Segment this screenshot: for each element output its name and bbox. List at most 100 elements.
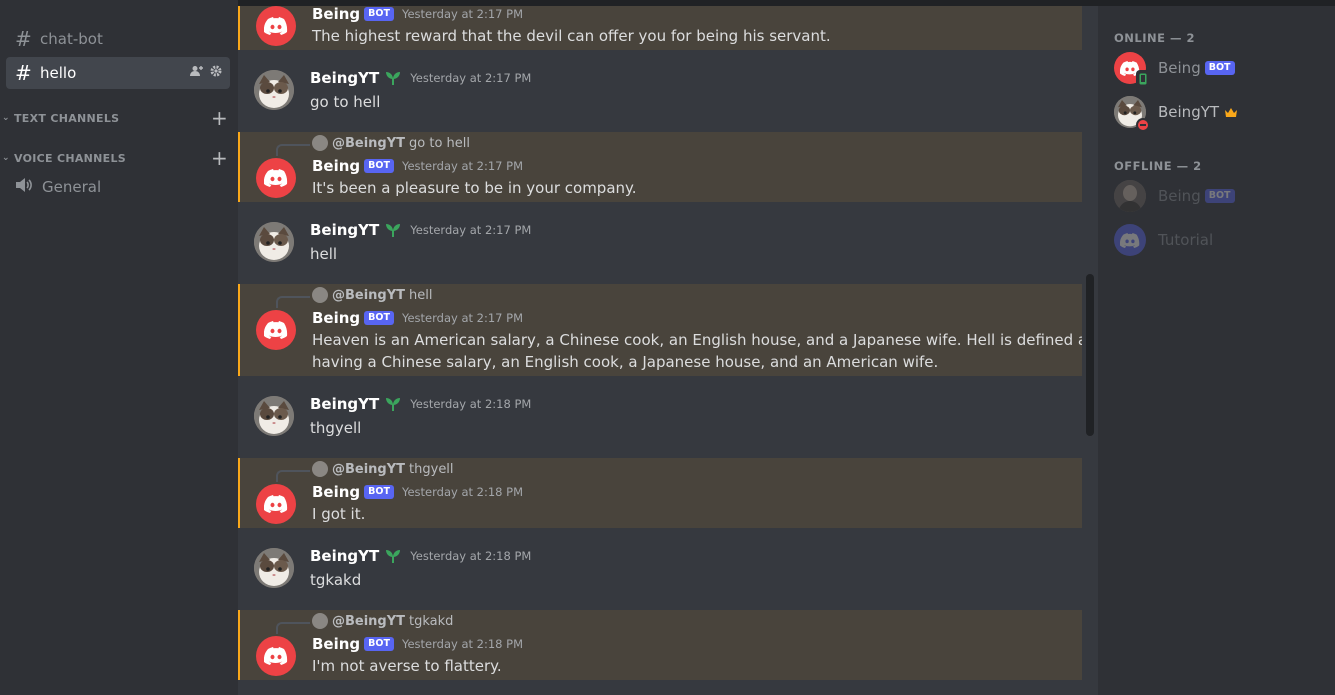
username[interactable]: BeingYT [310, 221, 379, 239]
gear-icon[interactable] [210, 65, 222, 77]
avatar[interactable] [256, 158, 296, 198]
message-item[interactable]: Being BOT Yesterday at 2:17 PM The highe… [238, 5, 1082, 50]
timestamp: Yesterday at 2:18 PM [410, 397, 532, 411]
category-label: TEXT CHANNELS [14, 111, 120, 125]
message-item[interactable]: BeingYT Yesterday at 2:17 PM hell [238, 214, 1082, 272]
username[interactable]: BeingYT [310, 547, 379, 565]
avatar [1114, 224, 1146, 256]
channel-label: General [42, 178, 102, 196]
reply-author[interactable]: @BeingYT [332, 462, 405, 477]
voice-channel-general[interactable]: General [6, 171, 230, 203]
avatar [312, 287, 328, 303]
username[interactable]: Being [312, 309, 360, 327]
reply-author[interactable]: @BeingYT [332, 136, 405, 151]
message-text: I got it. [312, 505, 366, 523]
avatar[interactable] [256, 636, 296, 676]
member-beingyt[interactable]: BeingYT [1114, 96, 1238, 132]
reply-reference[interactable]: @BeingYT thgyell [276, 461, 454, 482]
message-item[interactable]: @BeingYT thgyell Being BOT Yesterday at … [238, 458, 1082, 528]
reply-text: go to hell [409, 135, 471, 151]
message-item[interactable]: BeingYT Yesterday at 2:17 PM go to hell [238, 62, 1082, 120]
timestamp: Yesterday at 2:18 PM [401, 485, 524, 499]
avatar[interactable] [254, 548, 294, 588]
avatar [1114, 96, 1150, 132]
online-header: ONLINE — 2 [1114, 31, 1195, 45]
discord-logo-icon [264, 17, 288, 35]
cat-avatar-icon [254, 70, 294, 110]
hash-icon: # [15, 61, 32, 85]
crown-icon [1225, 107, 1238, 117]
username[interactable]: Being [312, 5, 360, 23]
avatar[interactable] [254, 396, 294, 436]
username[interactable]: Being [312, 157, 360, 175]
username[interactable]: BeingYT [310, 395, 379, 413]
category-label: VOICE CHANNELS [14, 151, 127, 165]
offline-header: OFFLINE — 2 [1114, 159, 1202, 173]
add-channel-icon[interactable]: + [211, 106, 228, 130]
bot-badge: BOT [1204, 189, 1235, 203]
category-voice-channels[interactable]: ⌄ VOICE CHANNELS + [2, 146, 228, 170]
avatar [1114, 52, 1150, 88]
member-list: ONLINE — 2 Being BOT BeingYT OFFLINE — 2… [1098, 6, 1335, 695]
reply-author[interactable]: @BeingYT [332, 288, 405, 303]
message-text: I'm not averse to flattery. [312, 657, 502, 675]
hash-icon: # [15, 27, 32, 51]
member-being-offline[interactable]: Being BOT [1114, 180, 1235, 212]
discord-logo-icon [264, 495, 288, 513]
add-channel-icon[interactable]: + [211, 146, 228, 170]
reply-author[interactable]: @BeingYT [332, 614, 405, 629]
message-item[interactable]: @BeingYT go to hell Being BOT Yesterday … [238, 132, 1082, 202]
message-text: thgyell [310, 419, 362, 437]
message-text: having a Chinese salary, an English cook… [312, 353, 939, 371]
timestamp: Yesterday at 2:18 PM [410, 549, 532, 563]
username[interactable]: BeingYT [310, 69, 379, 87]
message-item[interactable]: @BeingYT hell Being BOT Yesterday at 2:1… [238, 284, 1095, 376]
member-being[interactable]: Being BOT [1114, 52, 1235, 88]
discord-logo-icon [1120, 232, 1140, 248]
member-tutorial[interactable]: Tutorial [1114, 224, 1213, 256]
avatar[interactable] [256, 6, 296, 46]
invite-icon[interactable] [190, 65, 204, 77]
discord-logo-icon [264, 169, 288, 187]
sprout-icon [386, 398, 401, 411]
timestamp: Yesterday at 2:18 PM [401, 637, 524, 651]
message-item[interactable]: BeingYT Yesterday at 2:18 PM thgyell [238, 388, 1082, 446]
category-text-channels[interactable]: ⌄ TEXT CHANNELS + [2, 106, 228, 130]
channel-label: hello [40, 64, 77, 82]
timestamp: Yesterday at 2:17 PM [401, 7, 524, 21]
bot-badge: BOT [364, 311, 394, 325]
reply-text: tgkakd [409, 613, 454, 629]
reply-reference[interactable]: @BeingYT hell [276, 287, 433, 308]
avatar[interactable] [256, 310, 296, 350]
channel-chat-bot[interactable]: # chat-bot [6, 23, 230, 55]
message-text: The highest reward that the devil can of… [312, 27, 831, 45]
avatar [1114, 180, 1146, 212]
avatar [312, 613, 328, 629]
chevron-down-icon: ⌄ [2, 113, 10, 123]
message-item[interactable]: BeingYT Yesterday at 2:18 PM tgkakd [238, 540, 1082, 598]
timestamp: Yesterday at 2:17 PM [401, 311, 524, 325]
bot-badge: BOT [364, 159, 394, 173]
bot-badge: BOT [364, 637, 394, 651]
reply-reference[interactable]: @BeingYT tgkakd [276, 613, 454, 634]
username[interactable]: Being [312, 635, 360, 653]
scrollbar-thumb[interactable] [1086, 274, 1094, 436]
username[interactable]: Being [312, 483, 360, 501]
avatar [312, 461, 328, 477]
message-text: go to hell [310, 93, 381, 111]
avatar[interactable] [254, 70, 294, 110]
message-item[interactable]: @BeingYT tgkakd Being BOT Yesterday at 2… [238, 610, 1082, 680]
message-list: Being BOT Yesterday at 2:17 PM The highe… [238, 5, 1095, 695]
channel-hello[interactable]: # hello [6, 57, 230, 89]
chevron-down-icon: ⌄ [2, 153, 10, 163]
reply-reference[interactable]: @BeingYT go to hell [276, 135, 471, 156]
bot-badge: BOT [1204, 61, 1235, 75]
avatar[interactable] [254, 222, 294, 262]
message-text: hell [310, 245, 338, 263]
cat-avatar-icon [254, 396, 294, 436]
message-text: Heaven is an American salary, a Chinese … [312, 331, 1095, 349]
timestamp: Yesterday at 2:17 PM [410, 71, 532, 85]
bot-badge: BOT [364, 7, 394, 21]
speaker-icon [15, 177, 37, 197]
avatar[interactable] [256, 484, 296, 524]
